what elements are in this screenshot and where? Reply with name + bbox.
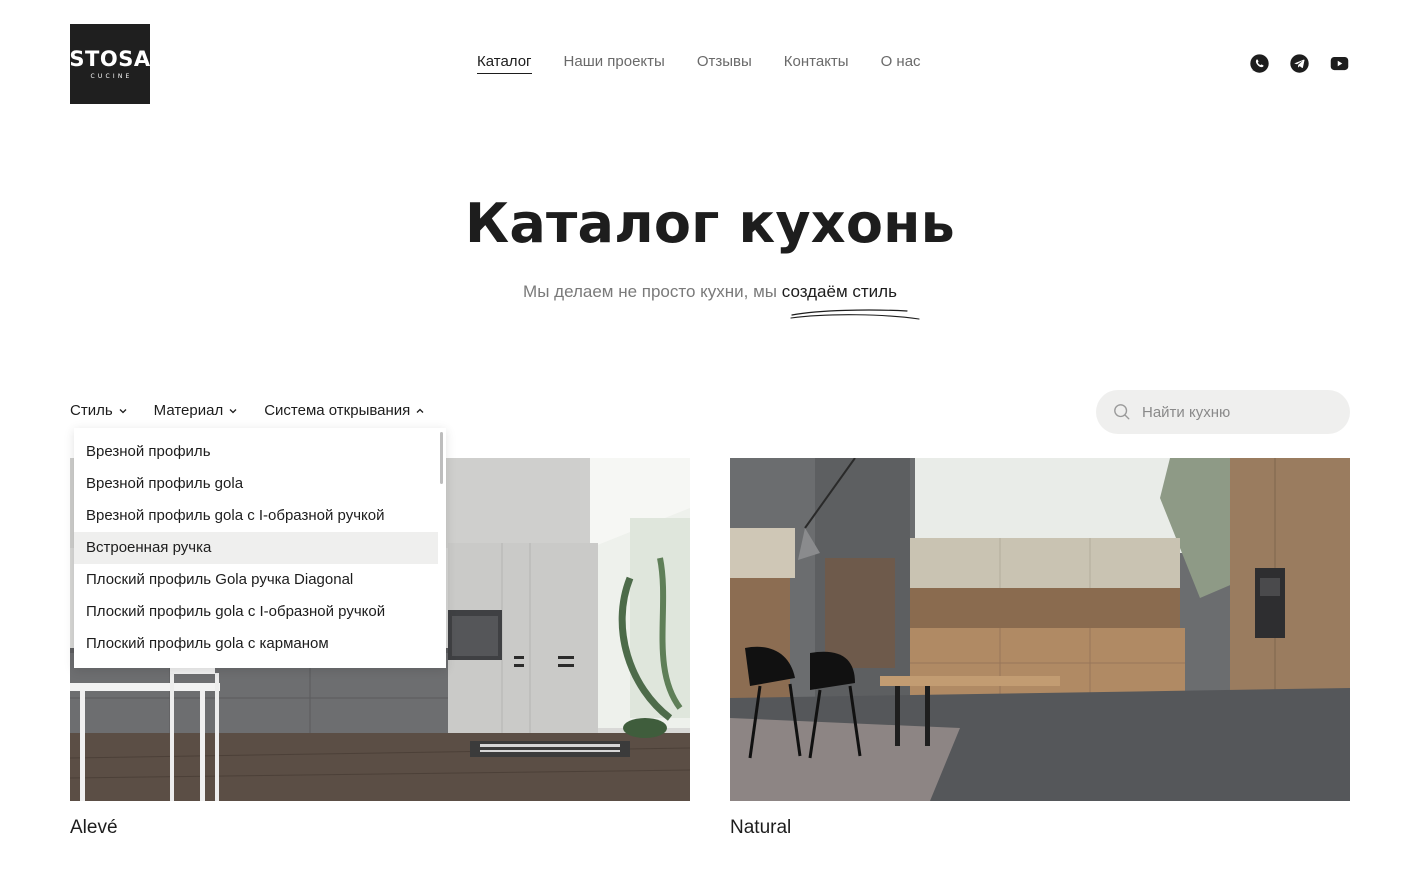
nav-link-reviews[interactable]: Отзывы: [697, 52, 752, 74]
kitchen-photo-natural[interactable]: [730, 458, 1350, 801]
telegram-icon[interactable]: [1289, 53, 1310, 74]
whatsapp-icon[interactable]: [1249, 53, 1270, 74]
filter-material-label: Материал: [153, 402, 224, 419]
filter-style[interactable]: Стиль: [70, 402, 128, 419]
dropdown-list: Врезной профиль Врезной профиль gola Вре…: [74, 428, 446, 660]
search-input[interactable]: [1142, 403, 1322, 421]
chevron-down-icon: [229, 408, 237, 413]
filter-material[interactable]: Материал: [154, 402, 239, 419]
dropdown-option-highlighted[interactable]: Встроенная ручка: [74, 532, 438, 564]
dropdown-option[interactable]: Врезной профиль gola: [74, 468, 446, 500]
kitchen-card[interactable]: Natural: [730, 458, 1350, 839]
subtitle-accent: создаём стиль: [781, 282, 897, 301]
nav-link-contacts[interactable]: Контакты: [784, 52, 849, 74]
main-nav: Каталог Наши проекты Отзывы Контакты О н…: [477, 52, 921, 74]
filter-style-label: Стиль: [70, 402, 113, 419]
logo[interactable]: STOSA CUCINE: [69, 24, 151, 104]
subtitle-lead: Мы делаем не просто кухни, мы: [523, 282, 782, 301]
search-box: [1096, 390, 1350, 434]
filter-opening-label: Система открывания: [264, 402, 411, 419]
kitchen-name: Natural: [730, 817, 792, 838]
nav-link-about[interactable]: О нас: [881, 52, 921, 74]
filter-opening-system[interactable]: Система открывания: [264, 402, 425, 419]
nav-link-projects[interactable]: Наши проекты: [564, 52, 665, 74]
dropdown-option[interactable]: Врезной профиль: [74, 436, 446, 468]
logo-subtitle: CUCINE: [90, 72, 133, 80]
youtube-icon[interactable]: [1329, 53, 1350, 74]
chevron-up-icon: [416, 408, 424, 413]
scribble-underline: [790, 309, 920, 320]
kitchen-name: Alevé: [70, 817, 118, 838]
filter-bar: Стиль Материал Система открывания: [70, 402, 451, 419]
opening-system-dropdown: Врезной профиль Врезной профиль gola Вре…: [74, 428, 446, 668]
search-icon: [1114, 404, 1130, 420]
dropdown-option[interactable]: Врезной профиль gola с I-образной ручкой: [74, 500, 446, 532]
page-title: Каталог кухонь: [464, 192, 955, 255]
social-links: [1249, 53, 1350, 74]
dropdown-scrollbar[interactable]: [440, 432, 443, 484]
nav-link-catalog[interactable]: Каталог: [477, 52, 532, 74]
dropdown-option[interactable]: Плоский профиль Gola ручка Diagonal: [74, 564, 446, 596]
logo-wordmark: STOSA: [69, 46, 151, 71]
chevron-down-icon: [119, 408, 127, 413]
page-subtitle: Мы делаем не просто кухни, мы создаём ст…: [0, 282, 1420, 302]
dropdown-option[interactable]: Плоский профиль gola с I-образной ручкой: [74, 596, 446, 628]
dropdown-option[interactable]: Плоский профиль gola с карманом: [74, 628, 446, 660]
